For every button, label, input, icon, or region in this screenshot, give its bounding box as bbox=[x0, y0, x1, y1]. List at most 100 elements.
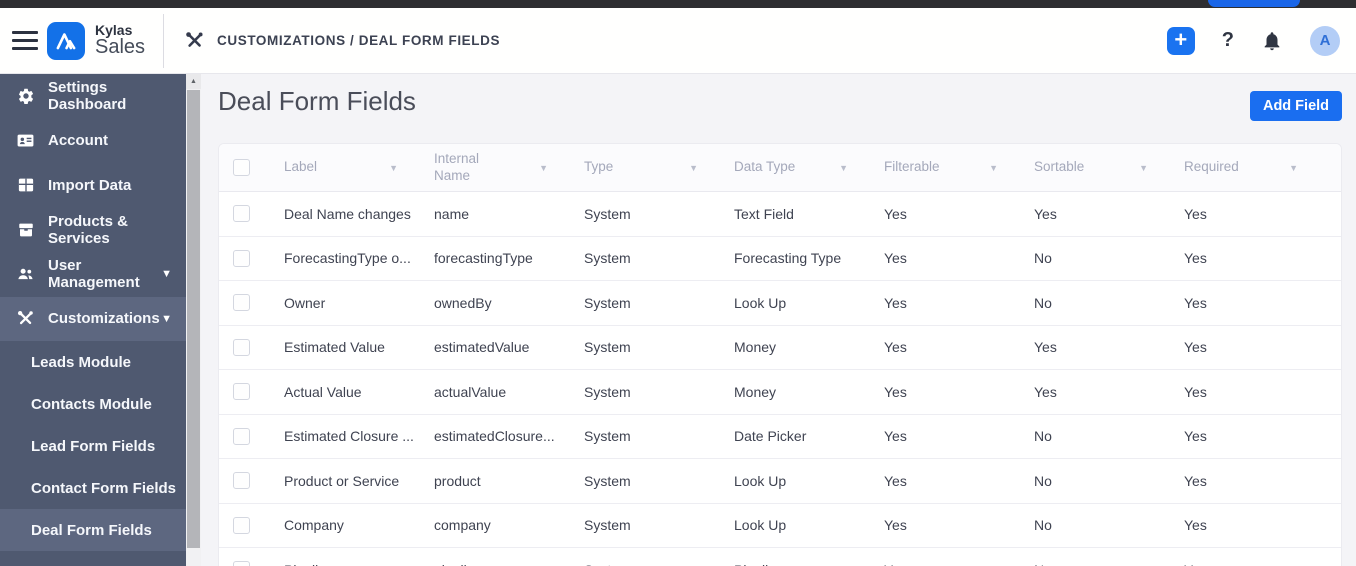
column-header-filterable[interactable]: Filterable ▼ bbox=[884, 144, 1034, 191]
cell-label: Deal Name changes bbox=[284, 205, 411, 222]
table-row[interactable]: Owner ownedBy System Look Up Yes No Yes bbox=[219, 281, 1341, 326]
table-row[interactable]: PipelinepipelineSystemPipelineYesNoYes bbox=[219, 548, 1341, 566]
cell-type: System bbox=[584, 339, 631, 356]
cell-label: Estimated Closure ... bbox=[284, 428, 414, 445]
sidebar-item-user-management[interactable]: User Management ▼ bbox=[0, 252, 186, 297]
tools-icon bbox=[186, 32, 203, 47]
quick-add-button[interactable]: + bbox=[1166, 26, 1195, 55]
filter-dropdown-icon[interactable]: ▼ bbox=[839, 163, 848, 173]
cell-internal-name: ownedBy bbox=[434, 294, 492, 311]
row-checkbox[interactable] bbox=[233, 472, 250, 490]
filter-dropdown-icon[interactable]: ▼ bbox=[389, 163, 398, 173]
sidebar-item-customizations[interactable]: Customizations ▼ bbox=[0, 296, 186, 341]
cell-internal-name: pipeline bbox=[434, 562, 584, 566]
avatar[interactable]: A bbox=[1310, 25, 1340, 56]
row-checkbox[interactable] bbox=[233, 205, 250, 223]
cell-required: Yes bbox=[1184, 205, 1207, 222]
row-checkbox[interactable] bbox=[233, 249, 250, 267]
table-row[interactable]: Company company System Look Up Yes No Yes bbox=[219, 503, 1341, 548]
sidebar-item-account[interactable]: Account bbox=[0, 119, 186, 164]
table-row[interactable]: Deal Name changes name System Text Field Yes… bbox=[219, 192, 1341, 237]
column-header-data-type[interactable]: Data Type ▼ bbox=[734, 144, 884, 191]
scrollbar-thumb[interactable] bbox=[187, 90, 200, 548]
column-header-label: Data Type bbox=[734, 159, 796, 175]
sidebar-subitem-lead-form-fields[interactable]: Lead Form Fields bbox=[0, 425, 186, 467]
cell-type: System bbox=[584, 383, 631, 400]
column-header-internal-name[interactable]: Internal Name ▼ bbox=[434, 144, 584, 191]
sidebar-subitem-deal-form-fields[interactable]: Deal Form Fields bbox=[0, 509, 186, 551]
cell-type: System bbox=[584, 517, 631, 534]
row-checkbox[interactable] bbox=[233, 383, 250, 401]
table-row[interactable]: Product or Service product System Look Up Ye… bbox=[219, 459, 1341, 504]
cell-sortable: Yes bbox=[1034, 383, 1057, 400]
cell-label: Product or Service bbox=[284, 472, 400, 489]
filter-dropdown-icon[interactable]: ▼ bbox=[689, 163, 698, 173]
brand-text: Kylas Sales bbox=[95, 22, 146, 59]
cell-sortable: No bbox=[1034, 250, 1052, 267]
add-field-button[interactable]: Add Field bbox=[1250, 91, 1342, 121]
cell-type: System bbox=[584, 428, 631, 445]
sidebar-item-settings-dashboard[interactable]: Settings Dashboard bbox=[0, 74, 186, 119]
column-header-label[interactable]: Label ▼ bbox=[284, 144, 434, 191]
row-checkbox[interactable] bbox=[233, 561, 250, 566]
help-icon[interactable]: ? bbox=[1222, 29, 1234, 52]
cell-sortable: No bbox=[1034, 517, 1052, 534]
sidebar-item-products-services[interactable]: Products & Services bbox=[0, 208, 186, 253]
notifications-bell-icon[interactable] bbox=[1261, 30, 1283, 52]
filter-dropdown-icon[interactable]: ▼ bbox=[989, 163, 998, 173]
select-all-cell bbox=[219, 159, 284, 176]
row-checkbox-cell bbox=[219, 249, 284, 267]
cell-data-type: Date Picker bbox=[734, 428, 807, 445]
cell-internal-name: name bbox=[434, 205, 470, 222]
table-row[interactable]: Estimated Closure ... estimatedClosure...… bbox=[219, 414, 1341, 459]
scrollbar-up-arrow[interactable]: ▲ bbox=[186, 74, 201, 89]
column-header-label: Filterable bbox=[884, 159, 940, 175]
hamburger-menu-icon[interactable] bbox=[12, 27, 38, 55]
sidebar-subitem-contact-form-fields[interactable]: Contact Form Fields bbox=[0, 467, 186, 509]
row-checkbox-cell bbox=[219, 338, 284, 356]
sidebar-item-import-data[interactable]: Import Data bbox=[0, 163, 186, 208]
mountain-logo-icon bbox=[56, 32, 76, 49]
cell-required: Yes bbox=[1184, 472, 1207, 489]
cell-sortable: Yes bbox=[1034, 205, 1057, 222]
cell-label: Owner bbox=[284, 294, 326, 311]
cell-data-type: Money bbox=[734, 339, 777, 356]
sidebar: Settings Dashboard Account Import Data Prod… bbox=[0, 74, 186, 566]
cell-filterable: Yes bbox=[884, 383, 907, 400]
column-header-sortable[interactable]: Sortable ▼ bbox=[1034, 144, 1184, 191]
cell-type: System bbox=[584, 205, 631, 222]
sidebar-subitem-contacts-module[interactable]: Contacts Module bbox=[0, 383, 186, 425]
cell-required: Yes bbox=[1184, 517, 1207, 534]
column-header-type[interactable]: Type ▼ bbox=[584, 144, 734, 191]
row-checkbox[interactable] bbox=[233, 427, 250, 445]
cell-required: Yes bbox=[1184, 294, 1207, 311]
column-header-label: Sortable bbox=[1034, 159, 1085, 175]
kylas-logo[interactable] bbox=[47, 21, 85, 60]
cell-data-type: Text Field bbox=[734, 205, 794, 222]
column-header-required[interactable]: Required ▼ bbox=[1184, 144, 1334, 191]
cell-internal-name: estimatedValue bbox=[434, 339, 530, 356]
table-row[interactable]: Estimated Value estimatedValue System Money… bbox=[219, 325, 1341, 370]
cell-internal-name: company bbox=[434, 517, 491, 534]
cell-sortable: No bbox=[1034, 562, 1184, 566]
table-row[interactable]: ForecastingType o... forecastingType Syste… bbox=[219, 236, 1341, 281]
cell-data-type: Look Up bbox=[734, 472, 787, 489]
cell-data-type: Look Up bbox=[734, 294, 787, 311]
sidebar-scrollbar[interactable]: ▲ bbox=[186, 74, 201, 566]
breadcrumb-wrap: CUSTOMIZATIONS / DEAL FORM FIELDS bbox=[184, 30, 500, 51]
filter-dropdown-icon[interactable]: ▼ bbox=[1139, 163, 1148, 173]
table-row[interactable]: Actual Value actualValue System Money Yes Yes… bbox=[219, 370, 1341, 415]
row-checkbox-cell bbox=[219, 205, 284, 223]
row-checkbox-cell bbox=[219, 516, 284, 534]
row-checkbox[interactable] bbox=[233, 294, 250, 312]
cell-sortable: Yes bbox=[1034, 339, 1057, 356]
sidebar-item-label: Account bbox=[48, 132, 108, 150]
filter-dropdown-icon[interactable]: ▼ bbox=[539, 163, 548, 173]
select-all-checkbox[interactable] bbox=[233, 159, 250, 176]
filter-dropdown-icon[interactable]: ▼ bbox=[1289, 163, 1298, 173]
brand-product: Sales bbox=[95, 36, 146, 59]
row-checkbox[interactable] bbox=[233, 516, 250, 534]
sidebar-subitem-leads-module[interactable]: Leads Module bbox=[0, 341, 186, 383]
row-checkbox[interactable] bbox=[233, 338, 250, 356]
cell-filterable: Yes bbox=[884, 562, 1034, 566]
